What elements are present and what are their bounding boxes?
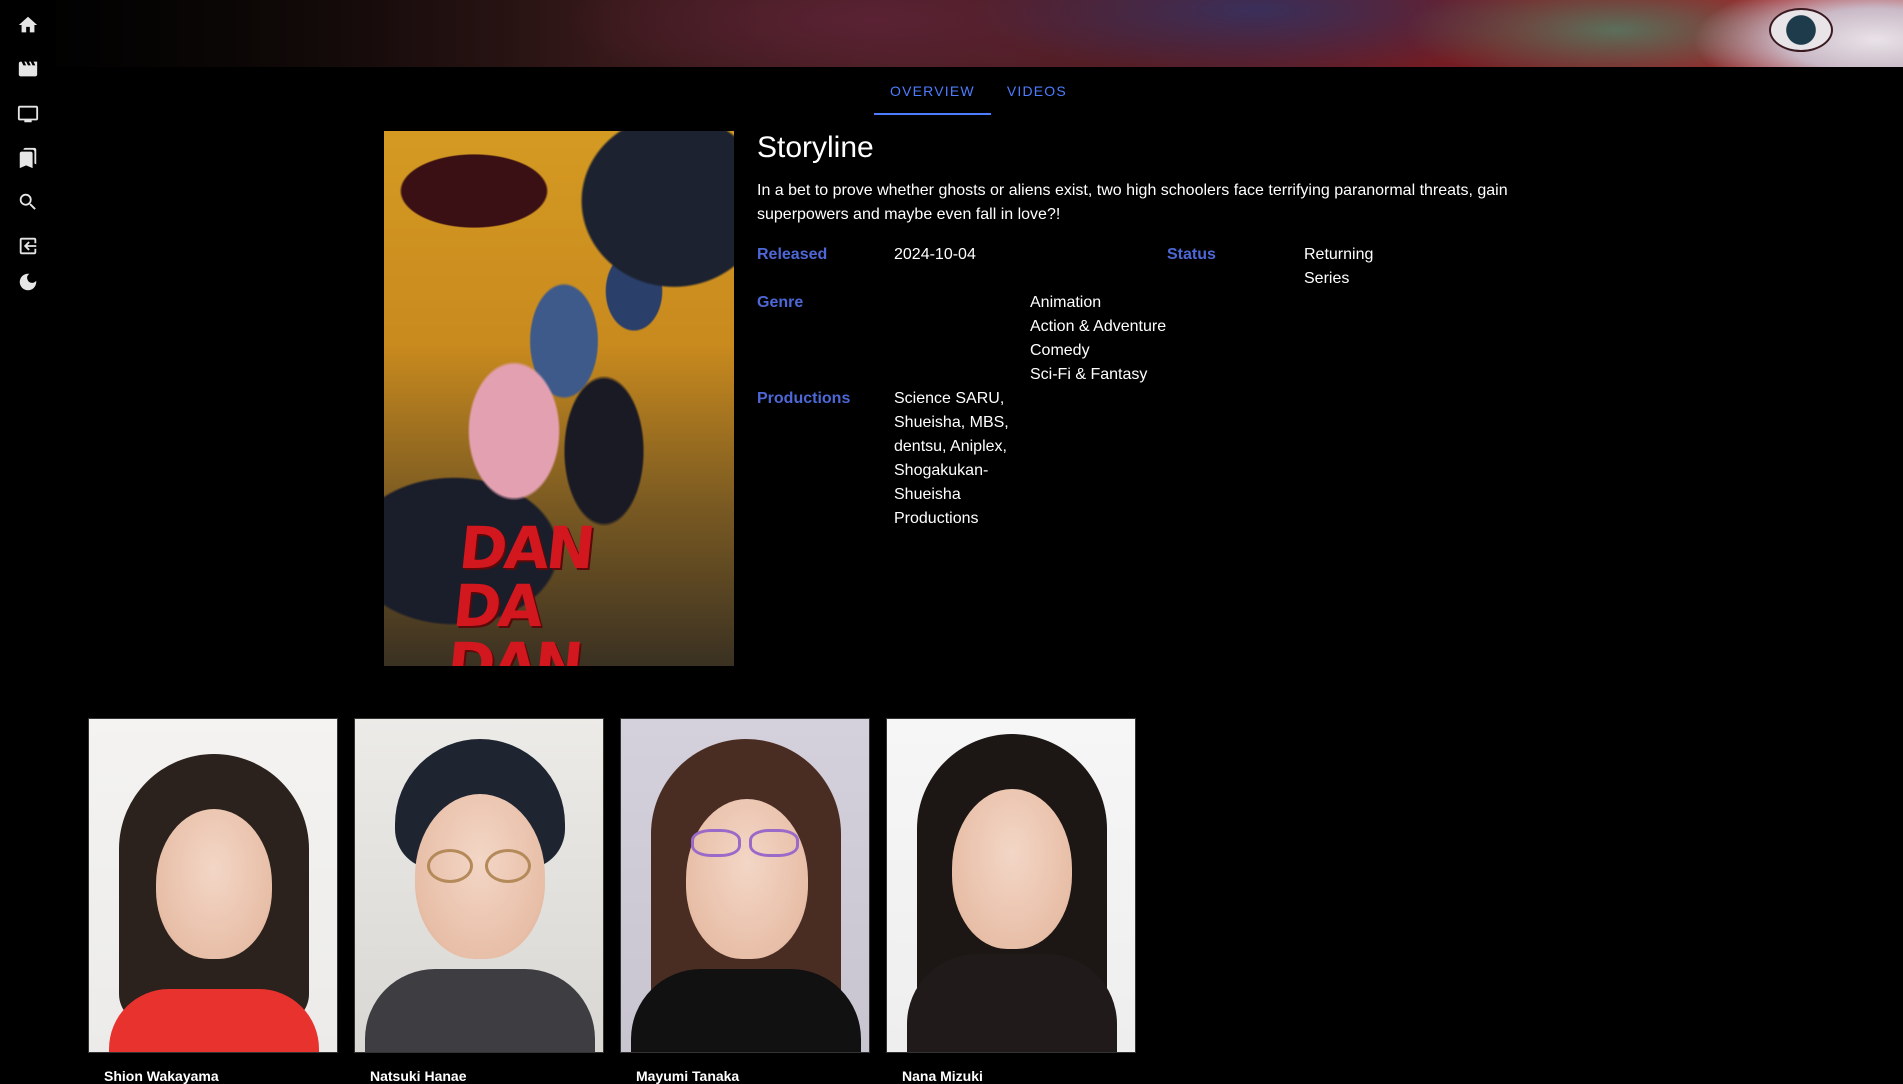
movie-icon: [18, 61, 38, 77]
storyline-heading: Storyline: [757, 131, 874, 164]
status-label: Status: [1167, 246, 1216, 263]
poster-image: DAN DA DAN: [384, 131, 734, 666]
storyline-text: In a bet to prove whether ghosts or alie…: [757, 182, 1508, 223]
cast-name: Shion Wakayama: [104, 1068, 219, 1084]
bookmarks-icon: [19, 147, 37, 169]
released-value: 2024-10-04: [894, 246, 976, 263]
sidebar-item-movies[interactable]: [14, 55, 42, 83]
genre-item: Comedy: [1030, 342, 1090, 359]
cast-card[interactable]: Natsuki Hanae: [354, 718, 604, 1084]
detail-tabs: Overview Videos: [874, 71, 1083, 115]
genre-label: Genre: [757, 294, 804, 311]
sidebar: [0, 0, 56, 1076]
backdrop-character-eye: [1769, 8, 1833, 52]
moon-icon: [19, 273, 37, 291]
cast-photo: [886, 718, 1136, 1053]
status-value: Returning Series: [1304, 246, 1374, 287]
backdrop-image: [56, 0, 1903, 67]
genre-item: Action & Adventure: [1030, 318, 1167, 335]
sidebar-item-search[interactable]: [14, 188, 42, 216]
cast-name: Nana Mizuki: [902, 1068, 983, 1084]
cast-photo: [88, 718, 338, 1053]
poster-logo: DAN DA DAN: [443, 514, 596, 666]
sidebar-item-home[interactable]: [14, 11, 42, 39]
tv-icon: [17, 105, 39, 123]
home-icon: [18, 16, 38, 33]
genre-item: Sci-Fi & Fantasy: [1030, 366, 1148, 383]
cast-photo: [620, 718, 870, 1053]
sidebar-item-logout[interactable]: [14, 232, 42, 260]
cast-card[interactable]: Shion Wakayama: [88, 718, 338, 1084]
metadata-grid: Released 2024-10-04 Status Returning Ser…: [757, 243, 1517, 543]
released-label: Released: [757, 246, 828, 263]
tab-overview[interactable]: Overview: [874, 71, 991, 115]
backdrop-shade: [56, 0, 616, 67]
cast-name: Mayumi Tanaka: [636, 1068, 740, 1084]
sidebar-item-tv[interactable]: [14, 100, 42, 128]
cast-name: Natsuki Hanae: [370, 1068, 467, 1084]
search-icon: [19, 193, 36, 210]
logout-icon: [19, 237, 37, 255]
cast-card[interactable]: Mayumi Tanaka: [620, 718, 870, 1084]
sidebar-item-theme[interactable]: [14, 268, 42, 296]
sidebar-item-watchlist[interactable]: [14, 144, 42, 172]
genre-item: Animation: [1030, 294, 1102, 311]
productions-label: Productions: [757, 390, 851, 407]
productions-value: Science SARU, Shueisha, MBS, dentsu, Ani…: [894, 390, 1009, 527]
cast-card[interactable]: Nana Mizuki: [886, 718, 1136, 1084]
cast-photo: [354, 718, 604, 1053]
tab-videos[interactable]: Videos: [991, 71, 1083, 115]
genre-list: Animation Action & Adventure Comedy Sci-…: [1030, 291, 1190, 387]
cast-list: Shion Wakayama Natsuki Hanae Mayumi Tana…: [88, 718, 1136, 1084]
overview-section: Storyline In a bet to prove whether ghos…: [757, 131, 1517, 527]
